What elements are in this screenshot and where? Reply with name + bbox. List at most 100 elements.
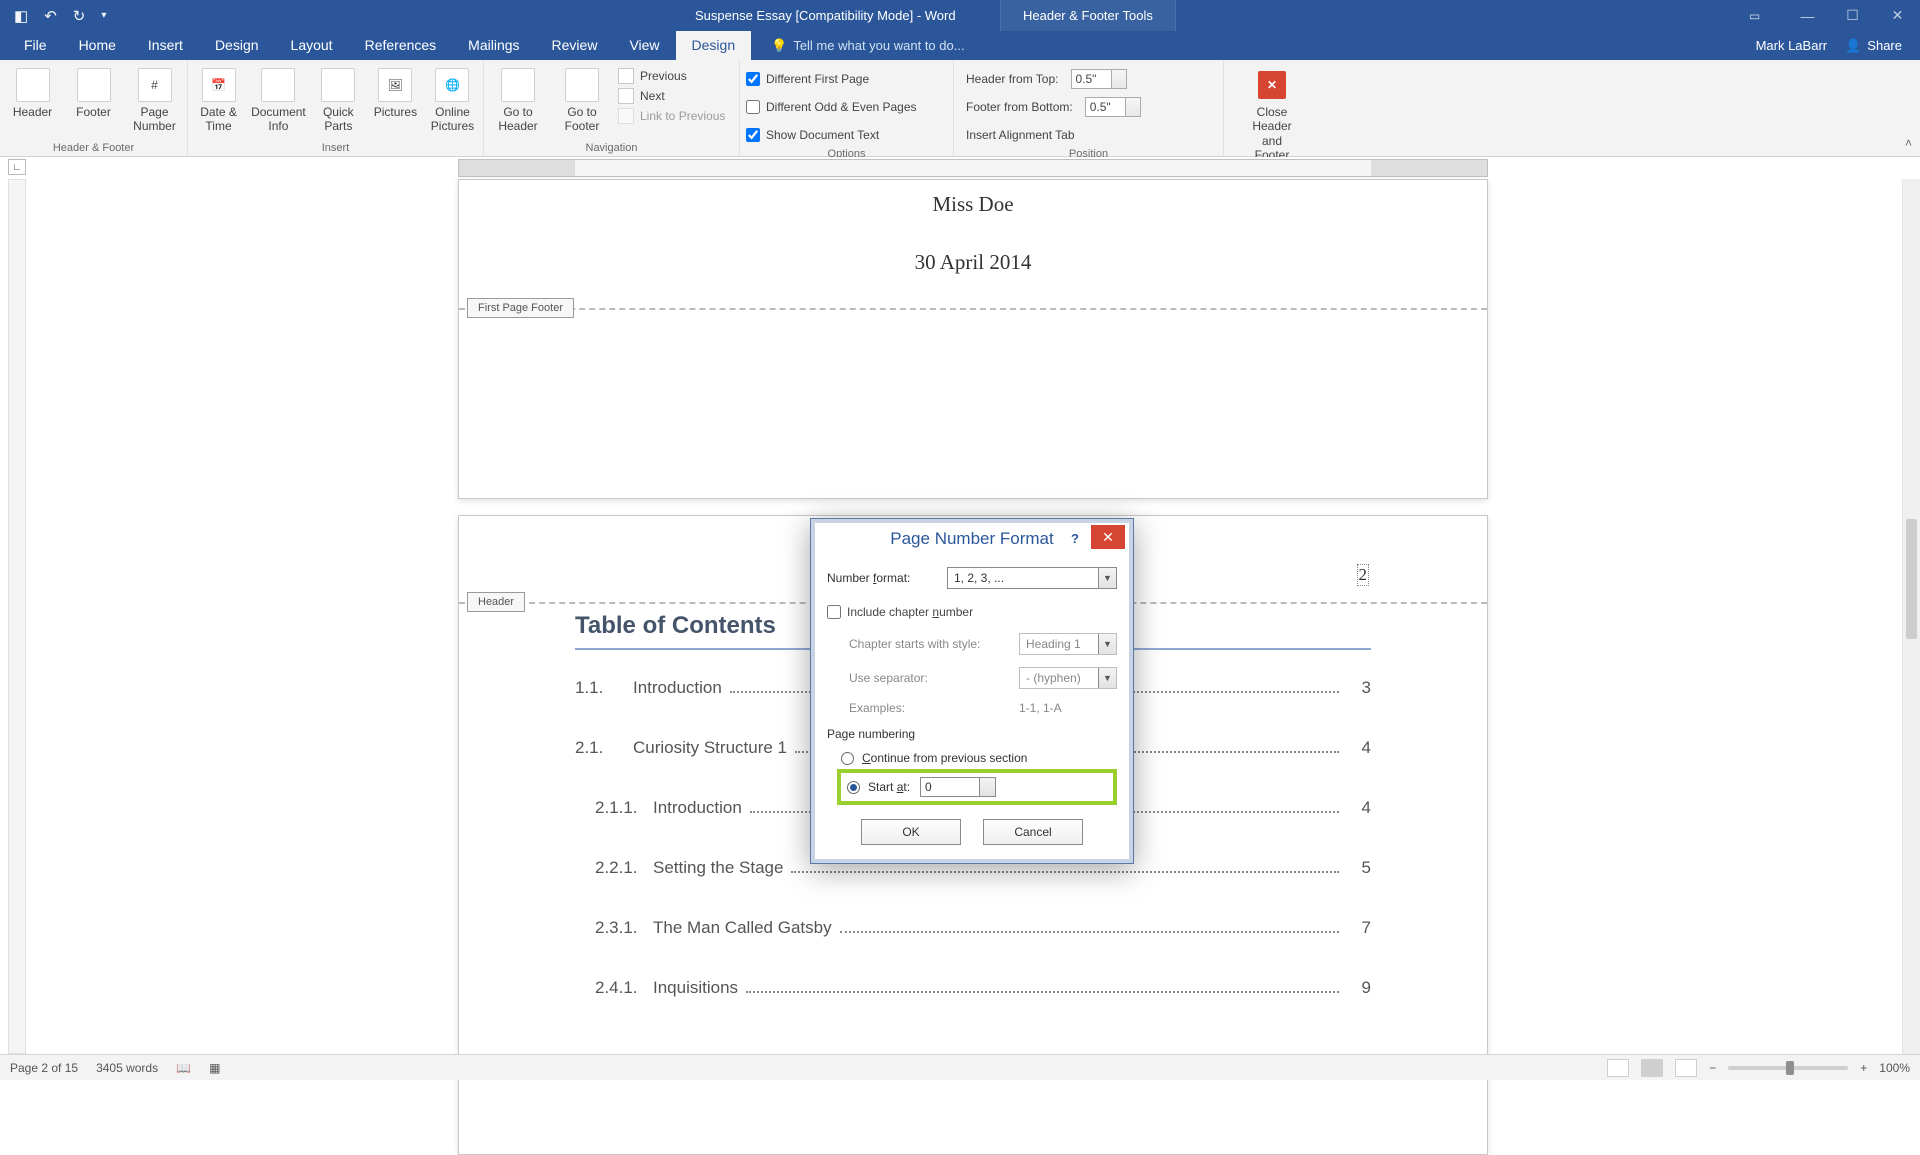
tab-references[interactable]: References	[349, 31, 453, 60]
next-button[interactable]: Next	[618, 88, 725, 104]
toc-text: Introduction	[633, 678, 722, 698]
zoom-level[interactable]: 100%	[1879, 1061, 1910, 1075]
link-previous-button[interactable]: Link to Previous	[618, 108, 725, 124]
page-number-field[interactable]: 2	[1357, 564, 1370, 586]
toc-number: 2.1.	[575, 738, 633, 758]
toc-leader	[746, 991, 1339, 993]
tab-home[interactable]: Home	[63, 31, 132, 60]
show-document-text-checkbox[interactable]: Show Document Text	[746, 124, 917, 146]
minimize-icon[interactable]: —	[1785, 0, 1830, 31]
date-time-button[interactable]: 📅Date & Time	[194, 66, 243, 134]
start-at-highlight: Start at: 0	[837, 769, 1117, 805]
start-at-radio[interactable]: Start at:	[847, 776, 910, 798]
zoom-in-icon[interactable]: +	[1860, 1061, 1867, 1075]
macro-icon[interactable]: ▦	[209, 1061, 220, 1075]
tab-selector[interactable]: ∟	[8, 159, 26, 175]
start-at-value: 0	[925, 780, 932, 794]
toc-page: 4	[1347, 738, 1371, 758]
display-options-icon[interactable]: ▭	[1732, 0, 1777, 31]
cancel-button[interactable]: Cancel	[983, 819, 1083, 845]
vertical-scrollbar[interactable]	[1902, 179, 1920, 1054]
page-1: Miss Doe 30 April 2014 First Page Footer	[458, 179, 1488, 499]
insert-alignment-tab-button[interactable]: Insert Alignment Tab	[960, 124, 1141, 146]
goto-header-button[interactable]: Go to Header	[490, 66, 546, 134]
chapter-starts-value: Heading 1	[1026, 637, 1081, 651]
read-mode-button[interactable]	[1607, 1059, 1629, 1077]
qat-more-icon[interactable]: ▾	[101, 10, 106, 21]
status-page[interactable]: Page 2 of 15	[10, 1061, 78, 1075]
previous-button[interactable]: Previous	[618, 68, 725, 84]
print-layout-button[interactable]	[1641, 1059, 1663, 1077]
status-words[interactable]: 3405 words	[96, 1061, 158, 1075]
tell-me[interactable]: 💡 Tell me what you want to do...	[751, 31, 964, 60]
share-button[interactable]: 👤 Share	[1845, 38, 1902, 54]
header-button[interactable]: Header	[6, 66, 59, 119]
tab-design-context[interactable]: Design	[676, 31, 752, 60]
ok-button[interactable]: OK	[861, 819, 961, 845]
tab-view[interactable]: View	[613, 31, 675, 60]
goto-footer-label: Go to Footer	[554, 105, 610, 134]
different-odd-even-checkbox[interactable]: Different Odd & Even Pages	[746, 96, 917, 118]
footer-from-bottom-value[interactable]: 0.5"	[1085, 97, 1141, 117]
contextual-tab-label: Header & Footer Tools	[1000, 0, 1176, 31]
vertical-ruler[interactable]	[8, 179, 26, 1054]
footer-from-bottom[interactable]: Footer from Bottom:0.5"	[960, 96, 1141, 118]
group-navigation: Navigation	[490, 140, 733, 154]
maximize-icon[interactable]: ☐	[1830, 0, 1875, 31]
page-numbering-group: Page numbering	[827, 727, 1117, 741]
close-header-footer-button[interactable]: ✕Close Header and Footer	[1244, 66, 1300, 163]
document-info-label: Document Info	[251, 105, 306, 134]
page-number-format-dialog: Page Number Format ? ✕ Number format: 1,…	[810, 518, 1134, 864]
dialog-help-icon[interactable]: ?	[1061, 527, 1089, 549]
document-title: Suspense Essay [Compatibility Mode] - Wo…	[695, 8, 956, 23]
document-info-button[interactable]: Document Info	[251, 66, 306, 134]
doc-date-line: 30 April 2014	[459, 250, 1487, 275]
number-format-combo[interactable]: 1, 2, 3, ...▼	[947, 567, 1117, 589]
undo-icon[interactable]: ↶	[44, 7, 57, 25]
continue-previous-label: Continue from previous section	[862, 751, 1027, 765]
toc-page: 5	[1347, 858, 1371, 878]
zoom-out-icon[interactable]: −	[1709, 1061, 1716, 1075]
spinner-icon[interactable]	[979, 778, 995, 796]
header-from-top[interactable]: Header from Top:0.5"	[960, 68, 1141, 90]
tab-design[interactable]: Design	[199, 31, 275, 60]
tab-layout[interactable]: Layout	[275, 31, 349, 60]
collapse-ribbon-icon[interactable]: ˄	[1905, 136, 1912, 150]
start-at-input[interactable]: 0	[920, 777, 996, 797]
footer-label: Footer	[76, 105, 111, 119]
include-chapter-checkbox[interactable]: Include chapter number	[827, 601, 1117, 623]
chapter-starts-combo: Heading 1▼	[1019, 633, 1117, 655]
continue-previous-radio[interactable]: Continue from previous section	[841, 747, 1117, 769]
page-number-button[interactable]: #Page Number	[128, 66, 181, 134]
tab-review[interactable]: Review	[536, 31, 614, 60]
quick-parts-button[interactable]: Quick Parts	[314, 66, 363, 134]
toc-text: Inquisitions	[653, 978, 738, 998]
dialog-title: Page Number Format	[890, 529, 1053, 549]
dialog-titlebar[interactable]: Page Number Format ? ✕	[815, 523, 1129, 555]
spellcheck-icon[interactable]: 📖	[176, 1061, 191, 1075]
toc-page: 7	[1347, 918, 1371, 938]
redo-icon[interactable]: ↻	[73, 7, 86, 25]
toc-text: Introduction	[653, 798, 742, 818]
date-time-label: Date & Time	[194, 105, 243, 134]
scrollbar-thumb[interactable]	[1906, 519, 1917, 639]
different-first-page-checkbox[interactable]: Different First Page	[746, 68, 917, 90]
footer-button[interactable]: Footer	[67, 66, 120, 119]
radio-icon	[841, 752, 854, 765]
horizontal-ruler[interactable]	[458, 159, 1488, 177]
goto-footer-button[interactable]: Go to Footer	[554, 66, 610, 134]
online-pictures-button[interactable]: 🌐Online Pictures	[428, 66, 477, 134]
header-from-top-value[interactable]: 0.5"	[1071, 69, 1127, 89]
autosave-icon[interactable]: ◧	[14, 7, 28, 25]
tab-insert[interactable]: Insert	[132, 31, 199, 60]
zoom-slider-thumb[interactable]	[1786, 1061, 1794, 1075]
close-header-footer-label: Close Header and Footer	[1244, 105, 1300, 163]
dialog-close-icon[interactable]: ✕	[1091, 525, 1125, 549]
user-name[interactable]: Mark LaBarr	[1756, 38, 1828, 53]
zoom-slider[interactable]	[1728, 1066, 1848, 1070]
tab-mailings[interactable]: Mailings	[452, 31, 535, 60]
pictures-button[interactable]: 🖼Pictures	[371, 66, 420, 119]
web-layout-button[interactable]	[1675, 1059, 1697, 1077]
close-window-icon[interactable]: ✕	[1875, 0, 1920, 31]
tab-file[interactable]: File	[8, 31, 63, 60]
